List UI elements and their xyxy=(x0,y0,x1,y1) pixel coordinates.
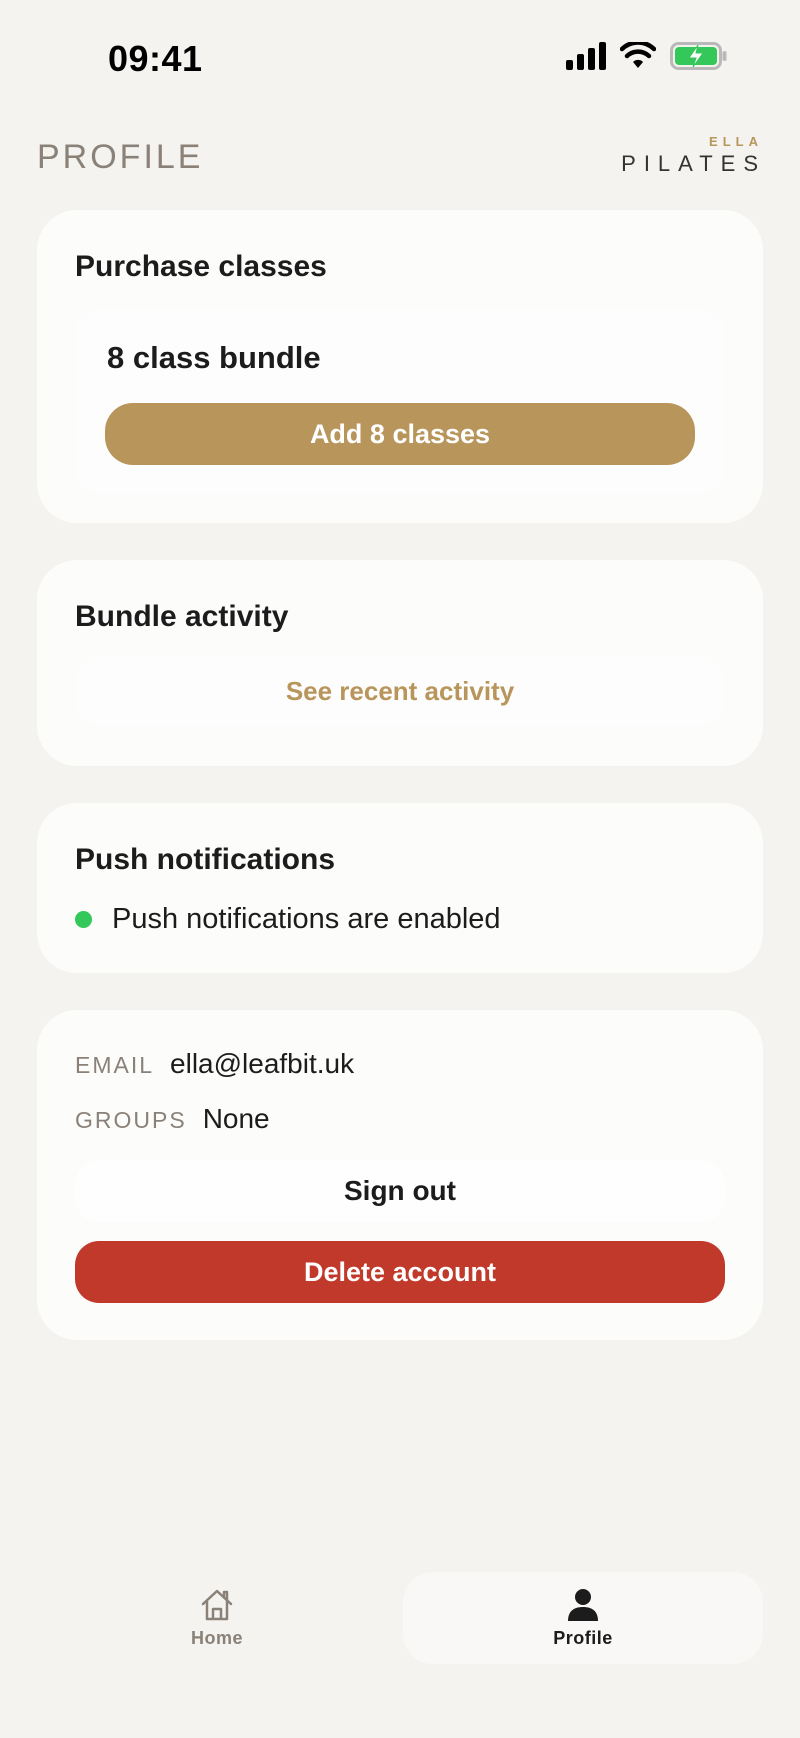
push-notifications-title: Push notifications xyxy=(75,843,336,876)
purchase-classes-card: Purchase classes 8 class bundle Add 8 cl… xyxy=(37,210,763,523)
account-card: EMAIL ella@leafbit.uk GROUPS None Sign o… xyxy=(37,1010,763,1340)
tab-profile[interactable]: Profile xyxy=(403,1572,763,1664)
status-icons xyxy=(566,42,728,70)
page-header: PROFILE ELLA PILATES xyxy=(0,128,800,198)
purchase-classes-title: Purchase classes xyxy=(75,250,327,283)
person-icon xyxy=(568,1588,598,1621)
notification-status: Push notifications are enabled xyxy=(75,903,501,936)
tab-bar: Home Profile xyxy=(37,1572,763,1664)
push-notifications-card: Push notifications Push notifications ar… xyxy=(37,803,763,973)
logo-main-text: PILATES xyxy=(621,151,766,176)
sign-out-button[interactable]: Sign out xyxy=(75,1160,725,1222)
email-value: ella@leafbit.uk xyxy=(170,1048,355,1079)
email-row: EMAIL ella@leafbit.uk xyxy=(75,1048,354,1080)
status-dot-icon xyxy=(75,911,92,928)
bundle-name: 8 class bundle xyxy=(107,340,321,375)
page-title: PROFILE xyxy=(37,138,204,176)
home-icon xyxy=(201,1589,233,1620)
recent-activity-button[interactable]: See recent activity xyxy=(75,656,725,726)
bundle-activity-title: Bundle activity xyxy=(75,600,289,633)
groups-label: GROUPS xyxy=(75,1107,187,1133)
status-time: 09:41 xyxy=(108,38,203,79)
bundle-activity-card: Bundle activity See recent activity xyxy=(37,560,763,766)
wifi-icon xyxy=(620,42,656,68)
add-classes-button[interactable]: Add 8 classes xyxy=(105,403,695,465)
groups-value: None xyxy=(202,1103,270,1134)
notification-status-text: Push notifications are enabled xyxy=(112,903,501,935)
delete-account-button[interactable]: Delete account xyxy=(75,1241,725,1303)
battery-charging-icon xyxy=(670,42,727,70)
status-bar: 09:41 xyxy=(0,0,800,110)
bundle-box: 8 class bundle Add 8 classes xyxy=(75,308,725,494)
tab-profile-label: Profile xyxy=(553,1627,613,1648)
recent-activity-label: See recent activity xyxy=(285,675,515,706)
logo-top-text: ELLA xyxy=(709,134,763,149)
brand-logo: ELLA PILATES xyxy=(621,134,758,177)
tab-home[interactable]: Home xyxy=(37,1572,397,1664)
signal-icon xyxy=(566,42,606,70)
tab-home-label: Home xyxy=(190,1627,243,1648)
groups-row: GROUPS None xyxy=(75,1103,270,1135)
email-label: EMAIL xyxy=(75,1052,155,1078)
